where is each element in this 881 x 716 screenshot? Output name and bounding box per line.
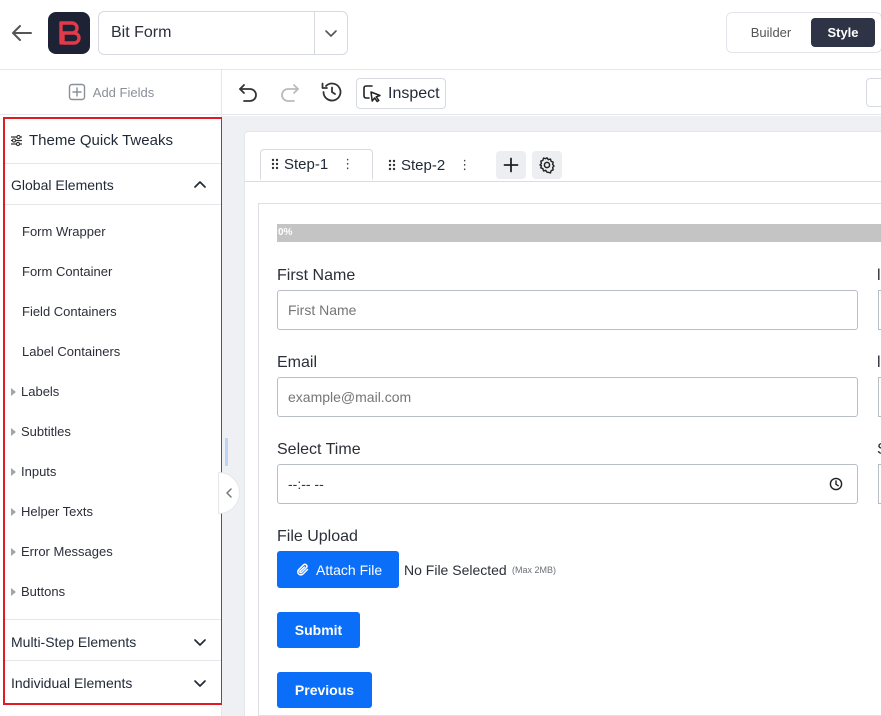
inspect-cursor-icon — [363, 84, 381, 102]
theme-quick-tweaks-title: Theme Quick Tweaks — [29, 132, 173, 149]
multi-step-elements-header[interactable]: Multi-Step Elements — [5, 619, 221, 660]
individual-elements-header[interactable]: Individual Elements — [5, 660, 221, 703]
tab-step-2-label: Step-2 — [401, 156, 446, 174]
next-column-label: S — [877, 441, 881, 459]
chevron-up-icon — [193, 178, 207, 192]
expand-triangle-icon — [11, 587, 16, 596]
clock-icon[interactable] — [829, 477, 843, 491]
toolbar-right-control[interactable] — [866, 78, 881, 107]
sliders-icon — [11, 134, 22, 147]
theme-quick-tweaks-panel: Theme Quick Tweaks Global Elements Form … — [3, 117, 223, 705]
sidebar-item-field-containers[interactable]: Field Containers — [22, 304, 117, 319]
drag-handle-icon — [271, 158, 279, 170]
sidebar-item-error-messages[interactable]: Error Messages — [11, 544, 113, 559]
file-status: No File Selected — [404, 562, 507, 578]
progress-label: 0% — [278, 227, 293, 238]
redo-icon[interactable] — [278, 80, 302, 104]
step-tabs: Step-1 ⋮ Step-2 ⋮ — [245, 132, 881, 182]
email-input[interactable] — [277, 377, 858, 417]
expand-triangle-icon — [11, 427, 16, 436]
tab-step-1-label: Step-1 — [284, 155, 329, 173]
attach-file-button[interactable]: Attach File — [277, 551, 399, 588]
expand-triangle-icon — [11, 387, 16, 396]
sidebar-item-label: Subtitles — [21, 424, 71, 439]
sidebar-item-inputs[interactable]: Inputs — [11, 464, 56, 479]
add-step-button[interactable] — [496, 151, 526, 179]
inspect-label: Inspect — [388, 84, 440, 102]
multi-step-elements-label: Multi-Step Elements — [11, 634, 137, 650]
select-time-input[interactable]: --:-- -- — [277, 464, 858, 504]
submit-button[interactable]: Submit — [277, 612, 360, 648]
kebab-icon[interactable]: ⋮ — [458, 157, 471, 173]
theme-quick-tweaks-header: Theme Quick Tweaks — [10, 132, 173, 149]
sidebar-item-label-containers[interactable]: Label Containers — [22, 344, 120, 359]
email-label: Email — [277, 354, 318, 371]
style-tab[interactable]: Style — [811, 18, 875, 47]
bitform-logo-icon[interactable] — [48, 12, 90, 54]
sidebar-item-label: Helper Texts — [21, 504, 94, 519]
drag-handle-icon — [388, 159, 396, 171]
undo-icon[interactable] — [236, 80, 260, 104]
inspect-button[interactable]: Inspect — [356, 78, 446, 109]
form-name-select[interactable]: Bit Form — [98, 11, 348, 55]
sidebar-item-label: Inputs — [21, 464, 57, 479]
sidebar-item-form-wrapper[interactable]: Form Wrapper — [22, 224, 106, 239]
top-bar: Bit Form Builder Style — [0, 0, 881, 70]
kebab-icon[interactable]: ⋮ — [341, 156, 354, 172]
sidebar-item-form-container[interactable]: Form Container — [22, 264, 112, 279]
sidebar-item-label: Error Messages — [21, 544, 113, 559]
chevron-left-icon — [226, 488, 232, 498]
select-time-label: Select Time — [277, 441, 361, 458]
step-progress-bar: 0% — [277, 224, 881, 242]
first-name-label: First Name — [277, 267, 356, 284]
plus-square-icon — [68, 83, 85, 101]
history-icon[interactable] — [320, 80, 344, 104]
mode-switch: Builder Style — [726, 12, 881, 53]
expand-triangle-icon — [11, 507, 16, 516]
next-column-label: l — [877, 267, 881, 284]
expand-triangle-icon — [11, 467, 16, 476]
sidebar-item-label: Buttons — [21, 584, 66, 599]
sidebar: Add Fields Theme Quick Tweaks Global Ele… — [0, 70, 223, 716]
next-column-label: l — [877, 354, 881, 371]
form-name: Bit Form — [111, 24, 172, 41]
global-elements-header[interactable]: Global Elements — [5, 163, 221, 205]
resize-indicator — [225, 438, 228, 466]
toolbar: Inspect — [222, 70, 881, 115]
file-upload-label: File Upload — [277, 528, 358, 545]
sidebar-item-subtitles[interactable]: Subtitles — [11, 424, 71, 439]
chevron-down-icon[interactable] — [314, 12, 347, 54]
attach-file-label: Attach File — [316, 561, 383, 578]
global-elements-label: Global Elements — [11, 177, 114, 193]
gear-icon — [539, 157, 555, 174]
plus-icon — [503, 157, 519, 173]
tab-step-2[interactable]: Step-2 ⋮ — [388, 149, 483, 181]
paperclip-icon — [297, 563, 309, 576]
first-name-input[interactable] — [277, 290, 858, 330]
chevron-down-icon — [193, 635, 207, 649]
individual-elements-label: Individual Elements — [11, 675, 133, 691]
tab-step-1[interactable]: Step-1 ⋮ — [260, 149, 373, 181]
previous-button[interactable]: Previous — [277, 672, 372, 708]
expand-triangle-icon — [11, 547, 16, 556]
step-settings-button[interactable] — [532, 151, 562, 179]
builder-tab[interactable]: Builder — [737, 18, 805, 47]
sidebar-item-labels[interactable]: Labels — [11, 384, 59, 399]
sidebar-item-helper-texts[interactable]: Helper Texts — [11, 504, 93, 519]
chevron-down-icon — [193, 676, 207, 690]
add-fields-label: Add Fields — [92, 84, 155, 100]
sidebar-item-buttons[interactable]: Buttons — [11, 584, 65, 599]
add-fields-button[interactable]: Add Fields — [0, 70, 222, 115]
back-arrow-icon[interactable] — [10, 21, 34, 45]
sidebar-item-label: Labels — [21, 384, 60, 399]
file-max-size: (Max 2MB) — [512, 565, 557, 575]
